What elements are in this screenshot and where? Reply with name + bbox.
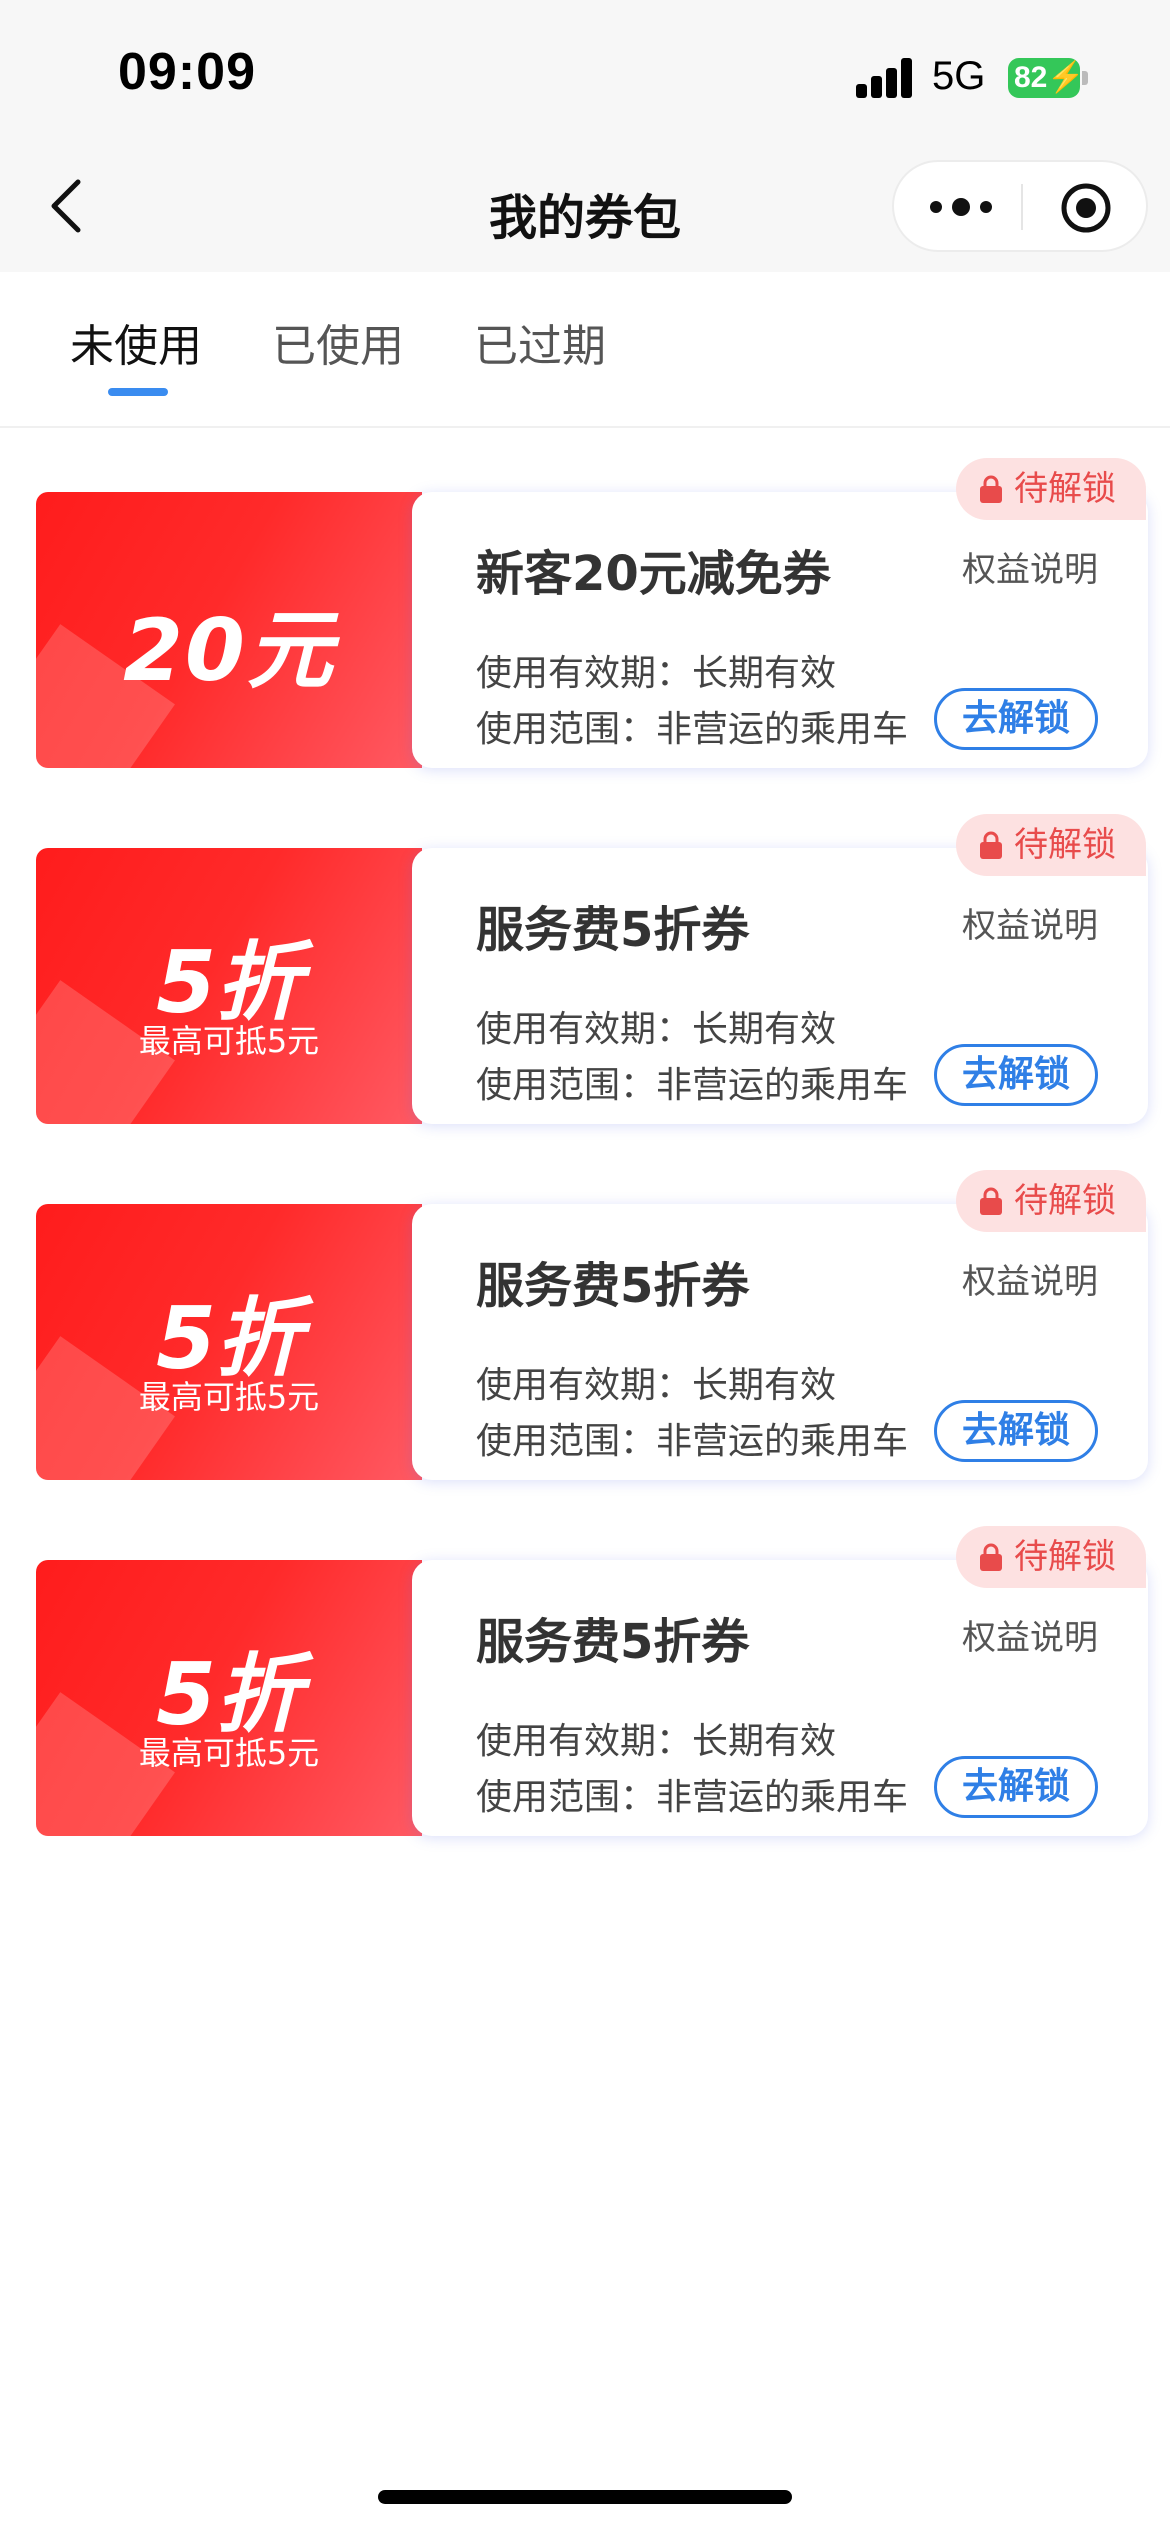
coupon-value-panel: 5折 最高可抵5元	[36, 1560, 422, 1836]
unlock-button[interactable]: 去解锁	[934, 1400, 1098, 1462]
tab-used[interactable]: 已使用	[272, 310, 404, 374]
coupon-title: 新客20元减免券	[476, 546, 831, 602]
coupon-value-panel: 5折 最高可抵5元	[36, 848, 422, 1124]
status-badge-label: 待解锁	[1014, 1537, 1116, 1577]
home-indicator[interactable]	[378, 2490, 792, 2504]
coupon-max-deduction: 最高可抵5元	[138, 1734, 320, 1772]
network-type: 5G	[932, 54, 986, 98]
coupon-value: 20元	[123, 601, 335, 701]
status-and-nav-bar: 09:09 5G 82⚡ 我的券包	[0, 0, 1170, 272]
unlock-button[interactable]: 去解锁	[934, 1044, 1098, 1106]
coupon-scope: 使用范围：非营运的乘用车	[476, 1065, 909, 1106]
coupon-max-deduction: 最高可抵5元	[138, 1022, 320, 1060]
tab-expired[interactable]: 已过期	[474, 310, 606, 374]
coupon-value-panel: 20元	[36, 492, 422, 768]
status-badge-label: 待解锁	[1014, 825, 1116, 865]
close-mini-program-button[interactable]	[1060, 182, 1112, 234]
status-badge: 待解锁	[956, 1170, 1146, 1232]
coupon-card: 5折 最高可抵5元 待解锁 服务费5折券 权益说明 使用有效期：长期有效 使用范…	[36, 814, 1148, 1124]
coupon-validity: 使用有效期：长期有效	[476, 1721, 837, 1762]
coupon-scope: 使用范围：非营运的乘用车	[476, 709, 909, 750]
active-tab-indicator	[108, 388, 168, 396]
more-button[interactable]	[926, 192, 996, 222]
coupon-value-panel: 5折 最高可抵5元	[36, 1204, 422, 1480]
status-badge-label: 待解锁	[1014, 1181, 1116, 1221]
benefit-description-link[interactable]: 权益说明	[962, 542, 1098, 591]
benefit-description-link[interactable]: 权益说明	[962, 1610, 1098, 1659]
coupon-scope: 使用范围：非营运的乘用车	[476, 1421, 909, 1462]
coupon-title: 服务费5折券	[476, 1258, 750, 1314]
coupon-max-deduction: 最高可抵5元	[138, 1378, 320, 1416]
more-dots-icon	[930, 198, 992, 216]
coupon-scope: 使用范围：非营运的乘用车	[476, 1777, 909, 1818]
status-badge: 待解锁	[956, 1526, 1146, 1588]
benefit-description-link[interactable]: 权益说明	[962, 898, 1098, 947]
lock-icon	[980, 475, 1002, 503]
coupon-validity: 使用有效期：长期有效	[476, 1009, 837, 1050]
benefit-description-link[interactable]: 权益说明	[962, 1254, 1098, 1303]
lock-icon	[980, 1543, 1002, 1571]
battery-level: 82⚡	[1008, 58, 1085, 98]
lock-icon	[980, 831, 1002, 859]
status-time: 09:09	[118, 43, 256, 101]
status-badge: 待解锁	[956, 458, 1146, 520]
target-close-icon	[1061, 183, 1111, 233]
coupon-card: 20元 待解锁 新客20元减免券 权益说明 使用有效期：长期有效 使用范围：非营…	[36, 458, 1148, 768]
coupon-title: 服务费5折券	[476, 902, 750, 958]
lock-icon	[980, 1187, 1002, 1215]
coupon-validity: 使用有效期：长期有效	[476, 1365, 837, 1406]
status-badge: 待解锁	[956, 814, 1146, 876]
signal-icon	[856, 58, 914, 98]
coupon-card: 5折 最高可抵5元 待解锁 服务费5折券 权益说明 使用有效期：长期有效 使用范…	[36, 1526, 1148, 1836]
status-badge-label: 待解锁	[1014, 469, 1116, 509]
capsule-divider	[1021, 184, 1023, 230]
mini-program-capsule	[892, 160, 1148, 252]
coupon-tabs: 未使用 已使用 已过期	[0, 272, 1170, 428]
coupon-title: 服务费5折券	[476, 1614, 750, 1670]
unlock-button[interactable]: 去解锁	[934, 1756, 1098, 1818]
coupon-validity: 使用有效期：长期有效	[476, 653, 837, 694]
tab-unused[interactable]: 未使用	[70, 310, 202, 374]
coupon-card: 5折 最高可抵5元 待解锁 服务费5折券 权益说明 使用有效期：长期有效 使用范…	[36, 1170, 1148, 1480]
battery-icon: 82⚡	[1008, 58, 1088, 98]
unlock-button[interactable]: 去解锁	[934, 688, 1098, 750]
